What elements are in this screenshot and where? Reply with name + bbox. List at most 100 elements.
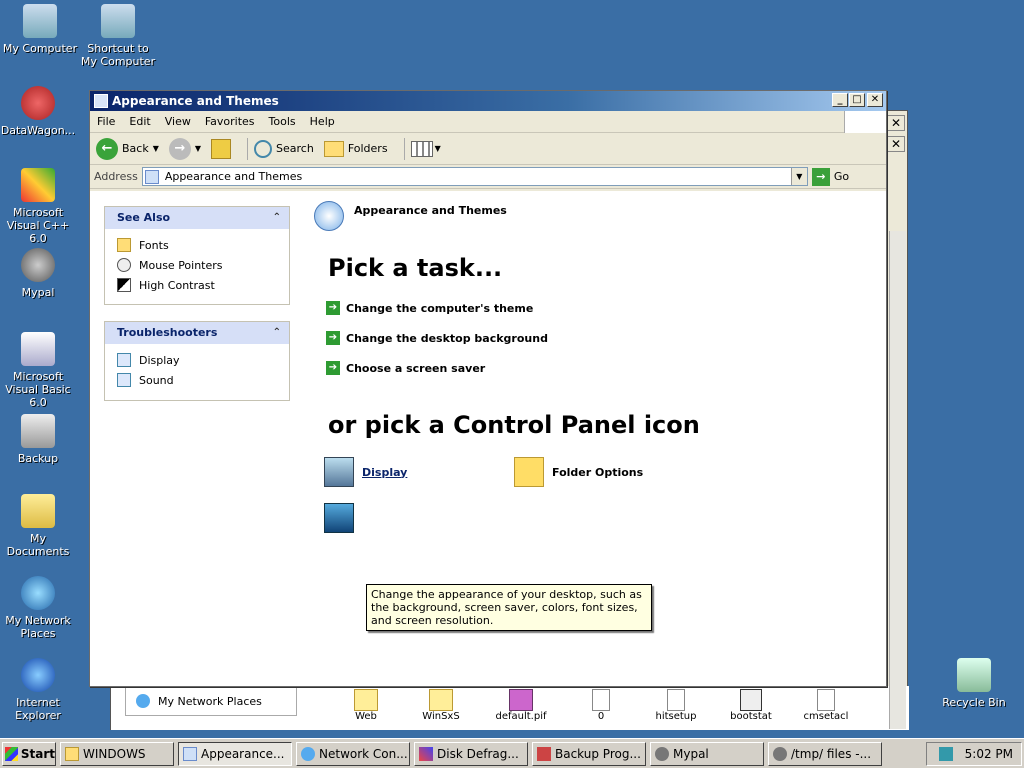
network-places-label: My Network Places [158, 694, 262, 708]
folder-icon [354, 689, 378, 711]
title-bar[interactable]: Appearance and Themes _ □ ✕ [90, 91, 886, 111]
close-button[interactable]: ✕ [867, 93, 883, 107]
desktop-icon-visual-cpp[interactable]: Microsoft Visual C++ 6.0 [0, 168, 78, 245]
desktop-icon-visual-basic[interactable]: Microsoft Visual Basic 6.0 [0, 332, 78, 409]
network-icon [301, 746, 315, 761]
desktop-icon-internet-explorer[interactable]: Internet Explorer [0, 658, 78, 722]
tray-network-icon[interactable] [938, 747, 953, 761]
back-arrow-icon: ← [96, 137, 118, 160]
network-places-link[interactable]: My Network Places [125, 686, 297, 716]
maximize-button[interactable]: □ [849, 93, 865, 107]
desktop-icon-mypal[interactable]: Mypal [0, 248, 78, 299]
taskbar-button-label: Network Con... [319, 746, 408, 761]
file-item[interactable]: bootstat [726, 689, 776, 729]
see-also-mouse-pointers[interactable]: Mouse Pointers [105, 255, 289, 275]
collapse-icon[interactable]: ⌃ [273, 207, 281, 229]
desktop-icon-label: Mypal [21, 286, 55, 299]
minimize-button[interactable]: _ [832, 93, 848, 107]
views-button[interactable]: ▼ [410, 140, 441, 157]
address-field[interactable]: Appearance and Themes ▼ [141, 167, 808, 186]
address-label: Address [94, 170, 138, 183]
desktop-icon-my-network-places[interactable]: My Network Places [0, 576, 78, 640]
menu-favorites[interactable]: Favorites [198, 111, 262, 133]
file-item[interactable]: 0 [576, 689, 626, 729]
taskbar-button-label: WINDOWS [83, 746, 146, 761]
folder-options-link[interactable]: Folder Options [514, 457, 643, 487]
file-item[interactable]: cmsetacl [801, 689, 851, 729]
menu-tools[interactable]: Tools [262, 111, 303, 133]
taskbar-button-defrag[interactable]: Disk Defrag... [414, 741, 528, 766]
file-icon [667, 689, 685, 711]
folders-icon [323, 140, 344, 157]
troubleshooter-label: Display [139, 353, 180, 367]
task-change-background[interactable]: ➔ Change the desktop background [326, 331, 548, 345]
views-icon [410, 140, 433, 157]
see-also-title: See Also [117, 211, 171, 224]
taskbar-button-network[interactable]: Network Con... [296, 741, 410, 766]
defrag-icon [419, 746, 433, 761]
appearance-themes-icon [314, 201, 344, 231]
background-close-button-2[interactable]: ✕ [887, 136, 905, 152]
network-places-icon [21, 576, 55, 610]
see-also-high-contrast[interactable]: High Contrast [105, 275, 289, 295]
collapse-icon[interactable]: ⌃ [273, 322, 281, 344]
taskbar-button-tmp-files[interactable]: /tmp/ files -... [768, 741, 882, 766]
menu-file[interactable]: File [90, 111, 122, 133]
taskbar-button-appearance[interactable]: Appearance... [178, 741, 292, 766]
background-scrollbar[interactable] [889, 231, 906, 729]
file-item[interactable]: default.pif [491, 689, 551, 729]
up-folder-button[interactable] [211, 138, 232, 159]
display-icon-link[interactable]: Display [324, 457, 407, 487]
task-arrow-icon: ➔ [326, 331, 340, 345]
background-file-list: Web WinSxS default.pif 0 hitsetup bootst… [341, 689, 851, 729]
desktop-icon-my-documents[interactable]: My Documents [0, 494, 78, 558]
file-item[interactable]: WinSxS [416, 689, 466, 729]
file-item[interactable]: hitsetup [651, 689, 701, 729]
file-label: default.pif [495, 711, 547, 722]
troubleshooters-title: Troubleshooters [117, 326, 218, 339]
search-button[interactable]: Search [254, 139, 314, 158]
task-screen-saver[interactable]: ➔ Choose a screen saver [326, 361, 485, 375]
see-also-fonts[interactable]: Fonts [105, 235, 289, 255]
file-label: hitsetup [655, 711, 697, 722]
folders-button[interactable]: Folders [323, 140, 388, 157]
desktop-icon-backup[interactable]: Backup [0, 414, 78, 465]
menu-edit[interactable]: Edit [122, 111, 157, 133]
forward-button[interactable]: → ▼ [168, 137, 201, 160]
troubleshooter-display[interactable]: Display [105, 350, 289, 370]
folder-icon [429, 689, 453, 711]
troubleshooter-label: Sound [139, 373, 174, 387]
troubleshooter-sound[interactable]: Sound [105, 370, 289, 390]
display-tooltip: Change the appearance of your desktop, s… [366, 584, 652, 631]
my-computer-icon [23, 4, 57, 38]
desktop-icon-my-computer[interactable]: My Computer [0, 4, 80, 55]
task-change-theme[interactable]: ➔ Change the computer's theme [326, 301, 533, 315]
taskbar-button-backup[interactable]: Backup Prog... [532, 741, 646, 766]
start-button[interactable]: Start [2, 741, 56, 766]
menu-view[interactable]: View [158, 111, 198, 133]
desktop-icon-shortcut-my-computer[interactable]: Shortcut to My Computer [78, 4, 158, 68]
mypal-raccoon-icon [21, 248, 55, 282]
desktop-icon-recycle-bin[interactable]: Recycle Bin [934, 658, 1014, 709]
troubleshooters-header[interactable]: Troubleshooters ⌃ [105, 322, 289, 344]
taskbar-button-mypal[interactable]: Mypal [650, 741, 764, 766]
see-also-header[interactable]: See Also ⌃ [105, 207, 289, 229]
taskbar-button-label: Mypal [673, 746, 709, 761]
control-panel-icon [183, 746, 197, 761]
back-button[interactable]: ← Back ▼ [96, 137, 159, 160]
taskbar-button-label: Appearance... [201, 746, 285, 761]
see-also-item-label: Fonts [139, 238, 169, 252]
address-dropdown-button[interactable]: ▼ [790, 168, 807, 185]
appearance-themes-window[interactable]: Appearance and Themes _ □ ✕ File Edit View… [89, 90, 887, 687]
go-button[interactable]: → Go [811, 167, 849, 186]
background-close-button[interactable]: ✕ [887, 115, 905, 131]
file-item[interactable]: Web [341, 689, 391, 729]
help-icon [117, 373, 131, 387]
taskbar-start-menu-link[interactable] [324, 503, 362, 533]
go-arrow-icon: → [811, 167, 830, 186]
desktop-icon-datawagon[interactable]: DataWagon... [0, 86, 78, 137]
taskbar-button-windows[interactable]: WINDOWS [60, 741, 174, 766]
menu-bar: File Edit View Favorites Tools Help [90, 111, 886, 133]
visual-basic-icon [21, 332, 55, 366]
menu-help[interactable]: Help [303, 111, 342, 133]
